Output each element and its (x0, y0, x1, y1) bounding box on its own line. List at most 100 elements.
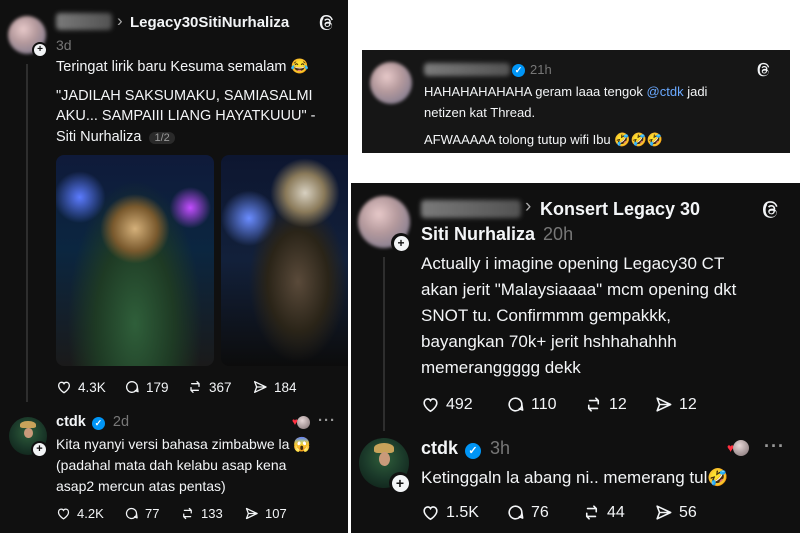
reply-count: 76 (531, 503, 549, 521)
topic-link[interactable]: Siti Nurhaliza (421, 224, 535, 244)
repost-button[interactable]: 12 (584, 395, 627, 414)
repost-button[interactable]: 44 (582, 503, 625, 522)
reply-header: ctdk ✓ 2d (56, 414, 129, 430)
like-count: 1.5K (446, 503, 479, 521)
comment-icon (508, 397, 524, 412)
post-timestamp: 3d (56, 37, 72, 53)
share-button[interactable]: 12 (654, 395, 697, 414)
verified-badge-icon: ✓ (465, 443, 482, 459)
post-text-author: Siti Nurhaliza (56, 129, 142, 145)
author-username-blurred[interactable] (56, 13, 112, 30)
thread-connector-line (383, 257, 385, 431)
topic-link[interactable]: Konsert Legacy 30 (540, 199, 700, 220)
like-button[interactable]: 492 (421, 395, 473, 414)
verified-badge-icon: ✓ (512, 64, 525, 77)
like-count: 492 (446, 395, 473, 413)
repost-count: 12 (609, 395, 627, 413)
topic-line-2: Siti Nurhaliza 20h (421, 224, 573, 245)
post-text-line: akan jerit "Malaysiaaaa" mcm opening dkt (421, 280, 737, 299)
follow-plus-icon[interactable]: + (389, 472, 411, 494)
reply-username[interactable]: ctdk (56, 414, 86, 430)
comment-text-line: netizen kat Thread. (424, 105, 536, 120)
repost-button[interactable]: 367 (187, 379, 232, 395)
like-button[interactable]: 1.5K (421, 503, 479, 522)
reply-text-line: asap2 mercun atas pentas) (56, 478, 226, 494)
post-text-line: Actually i imagine opening Legacy30 CT (421, 254, 725, 273)
comment-text: HAHAHAHAHAHA geram laaa tengok (424, 84, 647, 99)
reply-timestamp: 3h (490, 438, 511, 458)
author-mini-avatar (733, 440, 750, 456)
thread-panel-bottom-right: + › Konsert Legacy 30 Siti Nurhaliza 20h… (351, 183, 800, 533)
more-options-button[interactable]: ··· (318, 412, 336, 429)
follow-plus-icon[interactable]: + (391, 233, 411, 253)
comment-text-line: AFWAAAAA tolong tutup wifi Ibu 🤣🤣🤣 (424, 132, 663, 147)
reply-header: ctdk ✓ 3h (421, 438, 510, 459)
comment-icon (126, 381, 139, 393)
post-text-line: AKU... SAMPAIII LIANG HAYATKUUU" - (56, 108, 316, 124)
share-button[interactable]: 184 (252, 379, 297, 395)
post-text-line: Siti Nurhaliza 1/2 (56, 129, 175, 145)
share-button[interactable]: 56 (654, 503, 697, 522)
follow-plus-icon[interactable]: + (32, 42, 48, 58)
share-count: 107 (265, 506, 287, 521)
post-timestamp: 20h (543, 224, 574, 244)
post-text-line: Teringat lirik baru Kesuma semalam 😂 (56, 59, 309, 75)
liked-by-author-badge: ♥ (727, 440, 750, 456)
heart-icon (423, 398, 438, 413)
author-username-blurred[interactable] (424, 63, 510, 76)
repost-button[interactable]: 133 (180, 506, 223, 521)
threads-logo-icon[interactable] (756, 62, 772, 78)
reply-button[interactable]: 77 (124, 506, 159, 521)
repost-icon (585, 505, 598, 520)
comment-icon (508, 505, 524, 520)
author-username-blurred[interactable] (421, 200, 521, 218)
reply-timestamp: 2d (112, 414, 130, 430)
post-text-line: bayangkan 70k+ jerit hshhahahhh (421, 332, 677, 351)
topic-link[interactable]: Legacy30SitiNurhaliza (130, 14, 289, 31)
send-icon (245, 507, 258, 520)
comment-icon (125, 507, 138, 520)
send-icon (254, 381, 267, 393)
reply-text-line: Kita nyanyi versi bahasa zimbabwe la 😱 (56, 436, 311, 452)
page-counter-badge: 1/2 (149, 132, 175, 144)
like-count: 4.2K (77, 506, 104, 521)
comment-text-line: HAHAHAHAHAHA geram laaa tengok @ctdk jad… (424, 84, 707, 99)
share-button[interactable]: 107 (244, 506, 287, 521)
thread-connector-line (26, 64, 28, 402)
share-count: 56 (679, 503, 697, 521)
reply-text-line: Ketinggaln la abang ni.. memerang tul🤣 (421, 468, 729, 487)
follow-plus-icon[interactable]: + (31, 441, 48, 458)
repost-count: 367 (209, 379, 232, 395)
reply-button[interactable]: 76 (506, 503, 549, 522)
like-button[interactable]: 4.3K (56, 379, 106, 395)
repost-count: 133 (201, 506, 223, 521)
repost-count: 44 (607, 503, 625, 521)
liked-by-author-badge: ♥ (292, 416, 310, 429)
more-options-button[interactable]: ··· (764, 436, 785, 457)
comment-panel-top-right: ✓ 21h HAHAHAHAHAHA geram laaa tengok @ct… (362, 50, 790, 153)
author-mini-avatar (296, 416, 310, 429)
send-icon (656, 397, 672, 412)
post-text-line: SNOT tu. Confirmmm gempakkk, (421, 306, 672, 325)
reply-count: 179 (146, 379, 169, 395)
post-photo-2[interactable] (221, 155, 348, 366)
like-count: 4.3K (78, 379, 106, 395)
threads-logo-icon[interactable] (318, 14, 336, 32)
breadcrumb-arrow: › (117, 11, 123, 30)
post-photo-1[interactable] (56, 155, 214, 366)
mention-link[interactable]: @ctdk (647, 84, 684, 99)
reply-count: 110 (531, 395, 557, 413)
author-avatar[interactable] (370, 62, 412, 104)
heart-icon (57, 381, 71, 394)
threads-logo-icon[interactable] (761, 200, 781, 220)
repost-icon (183, 507, 192, 520)
reply-username[interactable]: ctdk (421, 438, 458, 458)
reply-button[interactable]: 179 (124, 379, 169, 395)
repost-icon (587, 397, 600, 412)
comment-text: jadi (683, 84, 708, 99)
thread-panel-left: + › Legacy30SitiNurhaliza 3d Teringat li… (0, 0, 348, 533)
reply-button[interactable]: 110 (506, 395, 557, 414)
like-button[interactable]: 4.2K (56, 506, 104, 521)
breadcrumb-arrow: › (525, 196, 532, 217)
send-icon (656, 505, 672, 520)
